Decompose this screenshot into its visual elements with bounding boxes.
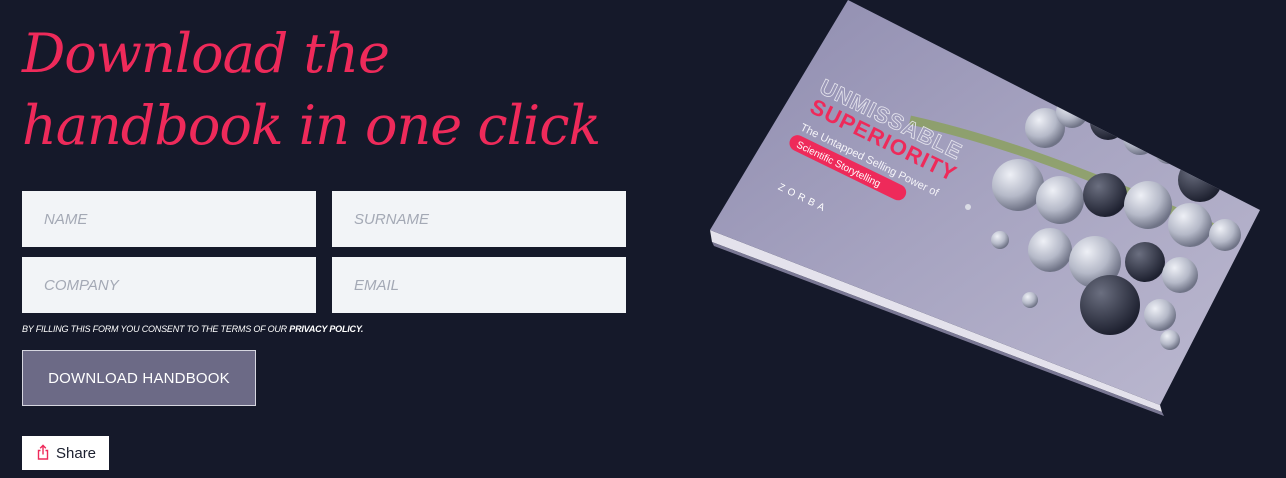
headline-line-1: Download the [22, 22, 390, 85]
handbook-cover-image: UNMISSABLE SUPERIORITY The Untapped Sell… [700, 0, 1260, 420]
name-input[interactable] [22, 191, 316, 247]
download-handbook-button[interactable]: DOWNLOAD HANDBOOK [22, 350, 256, 406]
share-button[interactable]: Share [22, 436, 109, 470]
headline-line-2: handbook in one click [22, 94, 601, 157]
surname-input[interactable] [332, 191, 626, 247]
share-label: Share [56, 444, 97, 462]
page-headline: Download the handbook in one click [22, 18, 662, 162]
company-input[interactable] [22, 257, 316, 313]
share-icon [36, 443, 50, 463]
privacy-policy-link[interactable]: PRIVACY POLICY. [289, 324, 363, 334]
consent-notice: BY FILLING THIS FORM YOU CONSENT TO THE … [22, 324, 363, 334]
consent-text: BY FILLING THIS FORM YOU CONSENT TO THE … [22, 324, 290, 334]
email-input[interactable] [332, 257, 626, 313]
